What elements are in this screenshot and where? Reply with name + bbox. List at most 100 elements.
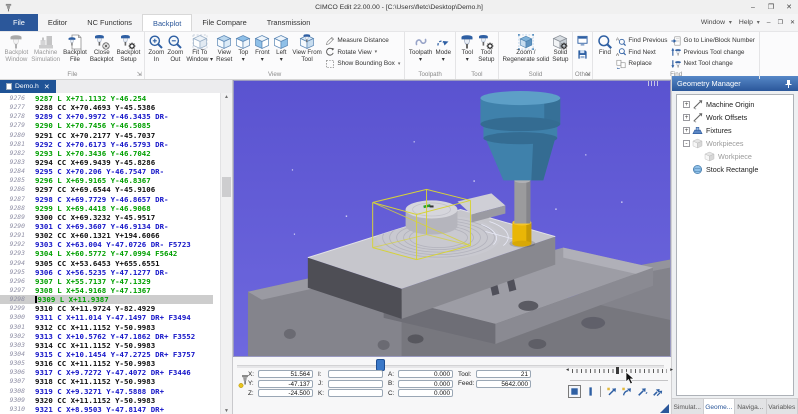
ribbon-button-show-bounding-box[interactable]: Show Bounding Box▾ bbox=[323, 58, 402, 70]
minimize-icon[interactable]: – bbox=[744, 1, 762, 14]
ribbon-button-mode[interactable]: Mode▾ bbox=[434, 33, 453, 64]
tree-item-fixtures[interactable]: +Fixtures bbox=[677, 124, 793, 137]
panel-tab-simulat[interactable]: Simulat... bbox=[672, 399, 704, 414]
ribbon-button-replace[interactable]: Replace bbox=[614, 58, 669, 70]
ribbon-button-rotate-view[interactable]: Rotate View▾ bbox=[323, 47, 402, 59]
scroll-thumb[interactable] bbox=[222, 177, 231, 197]
ribbon-button-backplot-file[interactable]: BackplotFile bbox=[62, 33, 89, 64]
nc-line[interactable]: 93069317 C X+9.7272 Y-47.4072 DR+ F3446 bbox=[0, 368, 232, 377]
ribbon-button-left[interactable]: Left▾ bbox=[272, 33, 291, 64]
nc-line[interactable]: 92839294 CC X+69.9439 Y-45.8286 bbox=[0, 158, 232, 167]
speed-slider[interactable]: ◂▸ bbox=[572, 368, 667, 374]
tree-expand-icon[interactable]: + bbox=[683, 127, 690, 134]
nc-line[interactable]: 93089319 C X+9.3271 Y-47.5888 DR+ bbox=[0, 387, 232, 396]
ribbon-button-tool[interactable]: Tool▾ bbox=[458, 33, 477, 64]
nc-line[interactable]: 93049315 C X+10.1454 Y-47.2725 DR+ F3757 bbox=[0, 350, 232, 359]
nc-line[interactable]: 93009311 C X+11.014 Y-47.1497 DR+ F3494 bbox=[0, 313, 232, 322]
ribbon-tab-transmission[interactable]: Transmission bbox=[257, 14, 321, 31]
tree-item-stock-rectangle[interactable]: Stock Rectangle bbox=[677, 163, 793, 176]
tab-close-icon[interactable]: ✕ bbox=[44, 83, 50, 91]
editor-tab-demo-h[interactable]: Demo.h ✕ bbox=[0, 80, 56, 93]
ribbon-tab-nc-functions[interactable]: NC Functions bbox=[77, 14, 142, 31]
menu-window[interactable]: Window ▾ bbox=[701, 19, 732, 26]
nc-line[interactable]: 93039314 CC X+11.1152 Y-50.9983 bbox=[0, 341, 232, 350]
field-value-feed[interactable]: 5642.000 bbox=[476, 380, 531, 388]
ribbon-button-next-tool-change[interactable]: Next Tool change bbox=[669, 58, 756, 70]
nc-line[interactable]: 92769287 L X+71.1132 Y-46.254 bbox=[0, 94, 232, 103]
tree-expand-icon[interactable]: + bbox=[683, 101, 690, 108]
ribbon-button-machine-simulation[interactable]: MachineSimulation bbox=[30, 33, 62, 64]
resize-grip[interactable] bbox=[660, 404, 669, 413]
ribbon-button-go-to-line-block-number[interactable]: Go to Line/Block Number bbox=[669, 35, 756, 47]
step-forward-4-button[interactable] bbox=[651, 385, 664, 398]
nc-line[interactable]: 92779288 CC X+70.4693 Y-45.5386 bbox=[0, 103, 232, 112]
nc-line[interactable]: 92969307 L X+55.7137 Y-47.1329 bbox=[0, 277, 232, 286]
step-forward-1-button[interactable] bbox=[605, 385, 618, 398]
nc-line[interactable]: 92829293 L X+70.3436 Y-46.7042 bbox=[0, 149, 232, 158]
nc-line[interactable]: 93019312 CC X+11.1152 Y-50.9983 bbox=[0, 323, 232, 332]
field-value-i[interactable] bbox=[328, 370, 383, 378]
doc-minimize-icon[interactable]: – bbox=[767, 19, 771, 26]
pin-icon[interactable] bbox=[784, 79, 793, 89]
nc-line[interactable]: 92979308 L X+54.9168 Y-47.1367 bbox=[0, 286, 232, 295]
step-forward-3-button[interactable] bbox=[636, 385, 649, 398]
ribbon-tab-file-compare[interactable]: File Compare bbox=[192, 14, 256, 31]
ribbon-button-top[interactable]: Top▾ bbox=[234, 33, 253, 64]
ribbon-button-measure-distance[interactable]: Measure Distance bbox=[323, 35, 402, 47]
ribbon-tab-backplot[interactable]: Backplot bbox=[142, 14, 192, 31]
ribbon-button-front[interactable]: Front▾ bbox=[253, 33, 272, 64]
nc-line[interactable]: 93109321 C X+8.9503 Y-47.8147 DR+ bbox=[0, 405, 232, 414]
nc-line[interactable]: 92939304 L X+60.5772 Y-47.0994 F5642 bbox=[0, 249, 232, 258]
nc-line[interactable]: 92869297 CC X+69.6544 Y-45.9106 bbox=[0, 185, 232, 194]
ribbon-button-zoom-out[interactable]: ZoomOut bbox=[166, 33, 185, 64]
nc-line-current[interactable]: 92989309 L X+11.9387 bbox=[0, 295, 213, 304]
dialog-launcher-icon[interactable]: ⇲ bbox=[137, 72, 142, 78]
monitor-icon[interactable] bbox=[577, 35, 588, 46]
field-value-y[interactable]: -47.137 bbox=[258, 380, 313, 388]
ribbon-button-backplot-window[interactable]: BackplotWindow bbox=[3, 33, 30, 64]
doc-close-icon[interactable]: ✕ bbox=[790, 19, 795, 26]
ribbon-tab-file[interactable]: File bbox=[0, 14, 38, 31]
ribbon-button-find-next[interactable]: AFind Next bbox=[614, 47, 669, 59]
stop-button[interactable] bbox=[568, 385, 581, 398]
tree-expand-icon[interactable]: - bbox=[683, 140, 690, 147]
pause-button[interactable] bbox=[584, 385, 597, 398]
ribbon-button-zoom-regenerate-solid[interactable]: Zoom /Regenerate solid bbox=[501, 33, 551, 64]
scroll-up-icon[interactable]: ▲ bbox=[221, 94, 232, 100]
ribbon-button-toolpath[interactable]: Toolpath▾ bbox=[407, 33, 433, 64]
dialog-launcher-icon[interactable]: ⇲ bbox=[585, 72, 590, 78]
nc-line[interactable]: 92959306 C X+56.5235 Y-47.1277 DR- bbox=[0, 268, 232, 277]
nc-line[interactable]: 92909301 C X+69.3607 Y-46.9134 DR- bbox=[0, 222, 232, 231]
nc-line[interactable]: 93079318 CC X+11.1152 Y-50.9983 bbox=[0, 377, 232, 386]
nc-line[interactable]: 93099320 CC X+11.1152 Y-50.9983 bbox=[0, 396, 232, 405]
speed-slider-rail[interactable] bbox=[570, 380, 668, 381]
disk-icon[interactable] bbox=[577, 49, 588, 60]
nc-line[interactable]: 92879298 C X+69.7729 Y-46.8657 DR- bbox=[0, 195, 232, 204]
restore-icon[interactable]: ❐ bbox=[762, 1, 780, 14]
nc-line[interactable]: 92899300 CC X+69.3232 Y-45.9517 bbox=[0, 213, 232, 222]
ribbon-button-previous-tool-change[interactable]: Previous Tool change bbox=[669, 47, 756, 59]
doc-restore-icon[interactable]: ❐ bbox=[778, 19, 783, 26]
ribbon-button-find[interactable]: Find bbox=[595, 33, 614, 57]
field-value-b[interactable]: 0.000 bbox=[398, 380, 453, 388]
panel-tab-variables[interactable]: Variables bbox=[767, 399, 798, 414]
nc-line[interactable]: 92809291 CC X+70.2177 Y-45.7037 bbox=[0, 131, 232, 140]
ribbon-button-find-previous[interactable]: AFind Previous bbox=[614, 35, 669, 47]
nc-line[interactable]: 92849295 C X+70.206 Y-46.7547 DR- bbox=[0, 167, 232, 176]
ribbon-button-fit-to-window[interactable]: Fit ToWindow ▾ bbox=[185, 33, 215, 64]
ribbon-button-close-backplot[interactable]: CloseBackplot bbox=[88, 33, 115, 64]
tree-item-machine-origin[interactable]: +Machine Origin bbox=[677, 98, 793, 111]
nc-code-area[interactable]: 92769287 L X+71.1132 Y-46.25492779288 CC… bbox=[0, 93, 232, 414]
nc-line[interactable]: 92919302 CC X+60.1321 Y+194.6066 bbox=[0, 231, 232, 240]
ribbon-button-tool-setup[interactable]: ToolSetup bbox=[477, 33, 496, 64]
viewport-grip[interactable] bbox=[648, 81, 658, 86]
panel-tab-geome[interactable]: Geome... bbox=[704, 399, 736, 414]
nc-line[interactable]: 92819292 C X+70.6173 Y-46.5793 DR- bbox=[0, 140, 232, 149]
nc-line[interactable]: 92799290 L X+70.7456 Y-46.5085 bbox=[0, 121, 232, 130]
tree-item-workpieces[interactable]: -Workpieces bbox=[677, 137, 793, 150]
field-value-tool[interactable]: 21 bbox=[476, 370, 531, 378]
ribbon-button-view-from-tool[interactable]: View FromTool bbox=[291, 33, 323, 64]
field-value-x[interactable]: 51.564 bbox=[258, 370, 313, 378]
ribbon-tab-editor[interactable]: Editor bbox=[38, 14, 77, 31]
nc-line[interactable]: 92929303 C X+63.004 Y-47.0726 DR- F5723 bbox=[0, 240, 232, 249]
